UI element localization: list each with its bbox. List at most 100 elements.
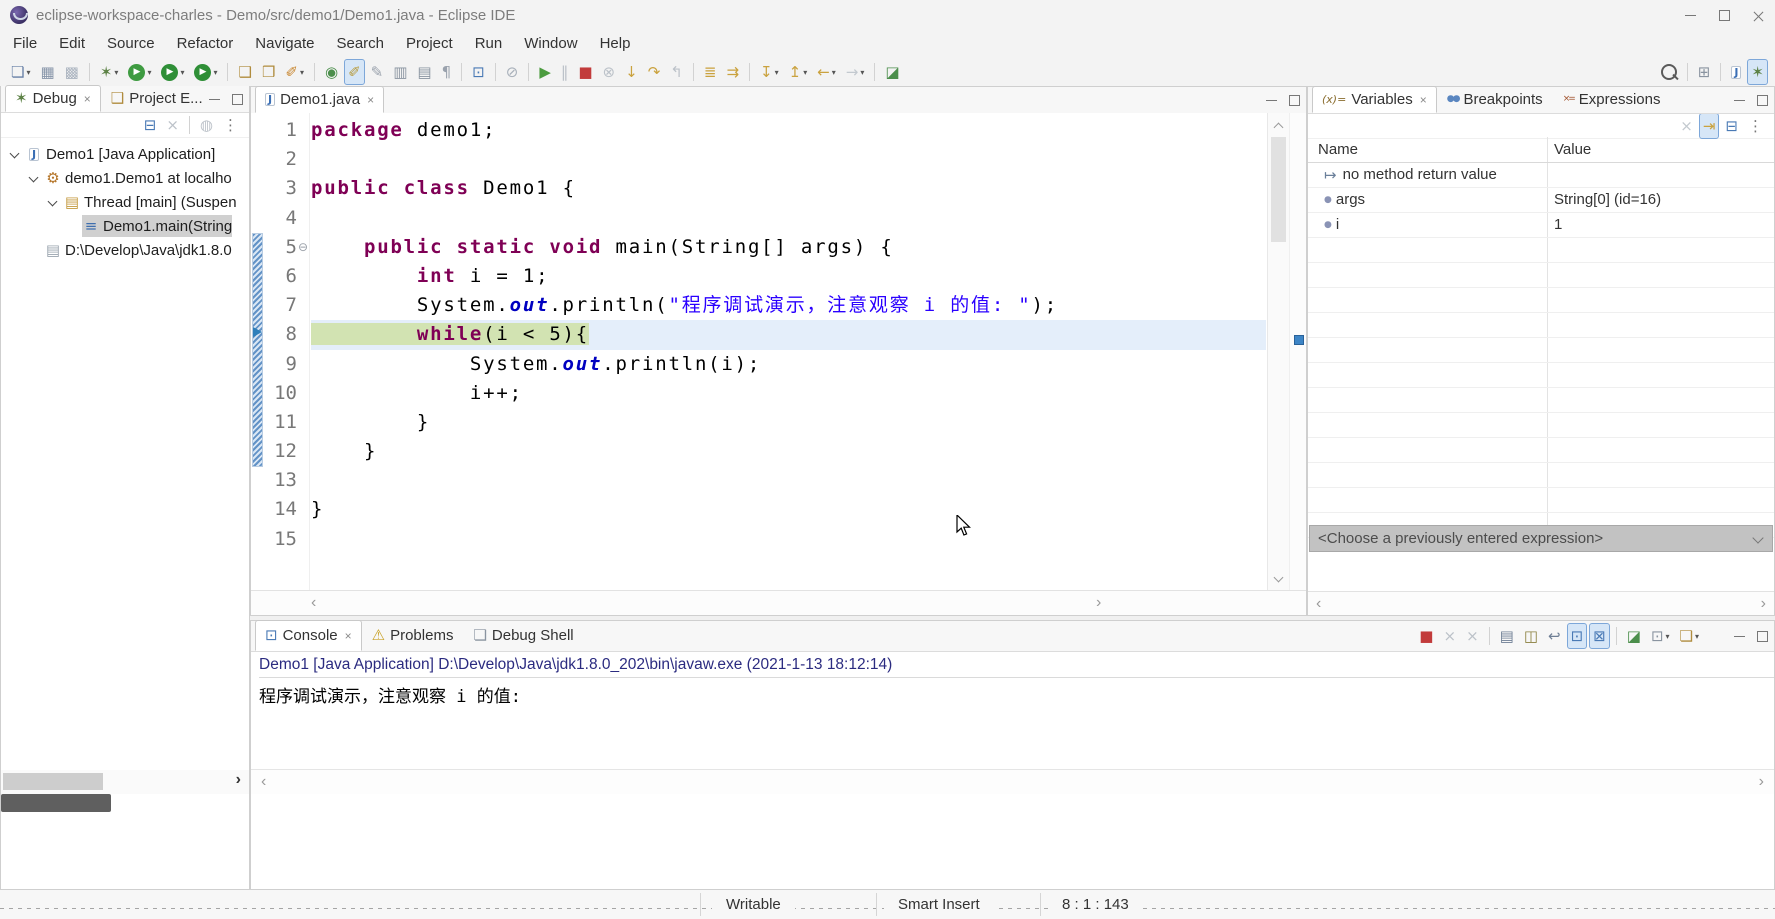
empty-table-row[interactable] (1308, 238, 1774, 263)
pin-editor-button[interactable]: ◪ (881, 59, 903, 85)
line-number[interactable]: 7 (251, 291, 297, 320)
scroll-right-arrow-icon[interactable]: › (1096, 591, 1101, 615)
maximize-view-button[interactable] (232, 94, 243, 105)
code-text[interactable]: int i = 1; (311, 262, 1266, 291)
expand-chevron-icon[interactable] (26, 174, 44, 183)
clear-console-button[interactable]: ▤ (1496, 623, 1518, 649)
line-number[interactable]: 14 (251, 495, 297, 524)
scrollbar-thumb[interactable] (3, 773, 103, 790)
back-history-button[interactable]: ←▾ (813, 59, 840, 85)
code-line-8[interactable]: 8 while(i < 5){ (251, 320, 1266, 349)
empty-table-row[interactable] (1308, 438, 1774, 463)
view-tab-variables[interactable]: (x)=Variables× (1312, 86, 1437, 113)
show-whitespace-button[interactable]: ¶ (438, 59, 456, 85)
line-number[interactable]: 13 (251, 466, 297, 495)
debug-button[interactable]: ✶▾ (96, 59, 123, 85)
java-perspective-button[interactable]: J (1727, 59, 1745, 85)
empty-table-row[interactable] (1308, 263, 1774, 288)
line-number[interactable]: 9 (251, 350, 297, 379)
step-into-selection-button[interactable]: ↧▾ (756, 59, 783, 85)
tree-item[interactable]: JDemo1 [Java Application] (1, 142, 249, 166)
expand-chevron-icon[interactable] (7, 150, 25, 159)
scroll-down-arrow-icon[interactable] (1268, 569, 1289, 589)
last-edit-location-button[interactable]: ◉ (321, 59, 342, 85)
code-text[interactable]: while(i < 5){ (311, 320, 1266, 349)
code-line-13[interactable]: 13 (251, 466, 1266, 495)
scroll-right-arrow-icon[interactable]: › (1759, 770, 1764, 794)
terminate-console-button[interactable]: ■ (1415, 623, 1437, 649)
maximize-view-button[interactable] (1289, 95, 1300, 106)
line-number[interactable]: 1 (251, 116, 297, 145)
remove-all-terminated-button[interactable]: × (162, 112, 183, 138)
view-filters-button[interactable]: ◍ (196, 112, 217, 138)
menu-file[interactable]: File (2, 30, 48, 58)
line-number[interactable]: 2 (251, 145, 297, 174)
step-return-button[interactable]: ↰ (666, 59, 687, 85)
empty-table-row[interactable] (1308, 288, 1774, 313)
line-number[interactable]: 8 (251, 320, 297, 349)
menu-edit[interactable]: Edit (48, 30, 96, 58)
empty-table-row[interactable] (1308, 463, 1774, 488)
menu-run[interactable]: Run (464, 30, 514, 58)
code-line-10[interactable]: 10 i++; (251, 379, 1266, 408)
line-number[interactable]: 12 (251, 437, 297, 466)
close-tab-icon[interactable]: × (345, 629, 352, 643)
empty-table-row[interactable] (1308, 388, 1774, 413)
minimize-view-button[interactable] (1734, 636, 1745, 637)
tree-item[interactable]: ⚙demo1.Demo1 at localho (1, 166, 249, 190)
debug-perspective-button[interactable]: ✶ (1747, 59, 1768, 85)
view-tab-breakpoints[interactable]: ●●Breakpoints (1437, 86, 1553, 113)
view-tab-debug[interactable]: ✶Debug× (5, 85, 101, 112)
collapse-all-button[interactable]: ⊟ (1721, 113, 1742, 139)
step-over-button[interactable]: ↷ (644, 59, 665, 85)
code-line-9[interactable]: 9 System.out.println(i); (251, 350, 1266, 379)
maximize-view-button[interactable] (1757, 95, 1768, 106)
line-number[interactable]: 3 (251, 174, 297, 203)
step-into-button[interactable]: ↓ (621, 59, 642, 85)
menu-help[interactable]: Help (589, 30, 642, 58)
view-tab-problems[interactable]: ⚠Problems (362, 620, 464, 651)
tree-item[interactable]: ▤D:\Develop\Java\jdk1.8.0 (1, 238, 249, 262)
line-number[interactable]: 10 (251, 379, 297, 408)
open-task-button[interactable]: ❑ (234, 59, 255, 85)
scroll-left-arrow-icon[interactable]: ‹ (311, 591, 316, 615)
dropdown-arrow-icon[interactable]: ▾ (213, 68, 217, 77)
view-tab-expressions[interactable]: ×=Expressions (1553, 86, 1671, 113)
code-text[interactable]: } (311, 495, 1266, 524)
terminate-button[interactable]: ■ (574, 59, 596, 85)
view-menu-button[interactable]: ⋮ (1744, 113, 1767, 139)
minimize-button[interactable] (1673, 0, 1707, 30)
dropdown-arrow-icon[interactable]: ▾ (26, 68, 30, 77)
show-type-names-button[interactable]: × (1676, 113, 1697, 139)
menu-search[interactable]: Search (325, 30, 395, 58)
minimize-view-button[interactable] (209, 99, 220, 100)
maximize-view-button[interactable] (1757, 631, 1768, 642)
mark-occurrences-button[interactable]: ✐ (344, 59, 365, 85)
code-text[interactable]: i++; (311, 379, 1266, 408)
code-line-15[interactable]: 15 (251, 525, 1266, 554)
empty-table-row[interactable] (1308, 413, 1774, 438)
dropdown-arrow-icon[interactable]: ▾ (803, 68, 807, 77)
expression-prompt[interactable]: <Choose a previously entered expression> (1309, 525, 1773, 552)
drop-to-frame-button[interactable]: ≣ (700, 59, 721, 85)
dropdown-arrow-icon[interactable]: ▾ (775, 68, 779, 77)
maximize-button[interactable] (1707, 0, 1741, 30)
scroll-right-arrow-icon[interactable]: › (1761, 592, 1766, 616)
code-editor[interactable]: 1package demo1;23public class Demo1 {45⊖… (251, 113, 1306, 591)
profile-button[interactable]: ▶▾ (190, 59, 221, 85)
pin-console-button[interactable]: ◪ (1623, 623, 1645, 649)
new-wizard-button[interactable]: ❏▾ (7, 59, 34, 85)
console-output[interactable]: 程序调试演示，注意观察 i 的值: (259, 682, 1774, 707)
dropdown-arrow-icon[interactable]: ▾ (114, 68, 118, 77)
dropdown-arrow-icon[interactable]: ▾ (1695, 632, 1699, 641)
code-line-4[interactable]: 4 (251, 204, 1266, 233)
forward-history-button[interactable]: →▾ (842, 59, 869, 85)
open-console-button[interactable]: ⊡ (468, 59, 489, 85)
scrollbar-thumb[interactable] (1271, 137, 1286, 242)
scroll-up-arrow-icon[interactable] (1268, 115, 1289, 135)
fold-collapse-icon[interactable]: ⊖ (298, 233, 308, 262)
line-number[interactable]: 5 (251, 233, 297, 262)
menu-navigate[interactable]: Navigate (244, 30, 325, 58)
editor-vertical-scrollbar[interactable] (1267, 113, 1289, 591)
remove-launch-button[interactable]: × (1439, 623, 1460, 649)
